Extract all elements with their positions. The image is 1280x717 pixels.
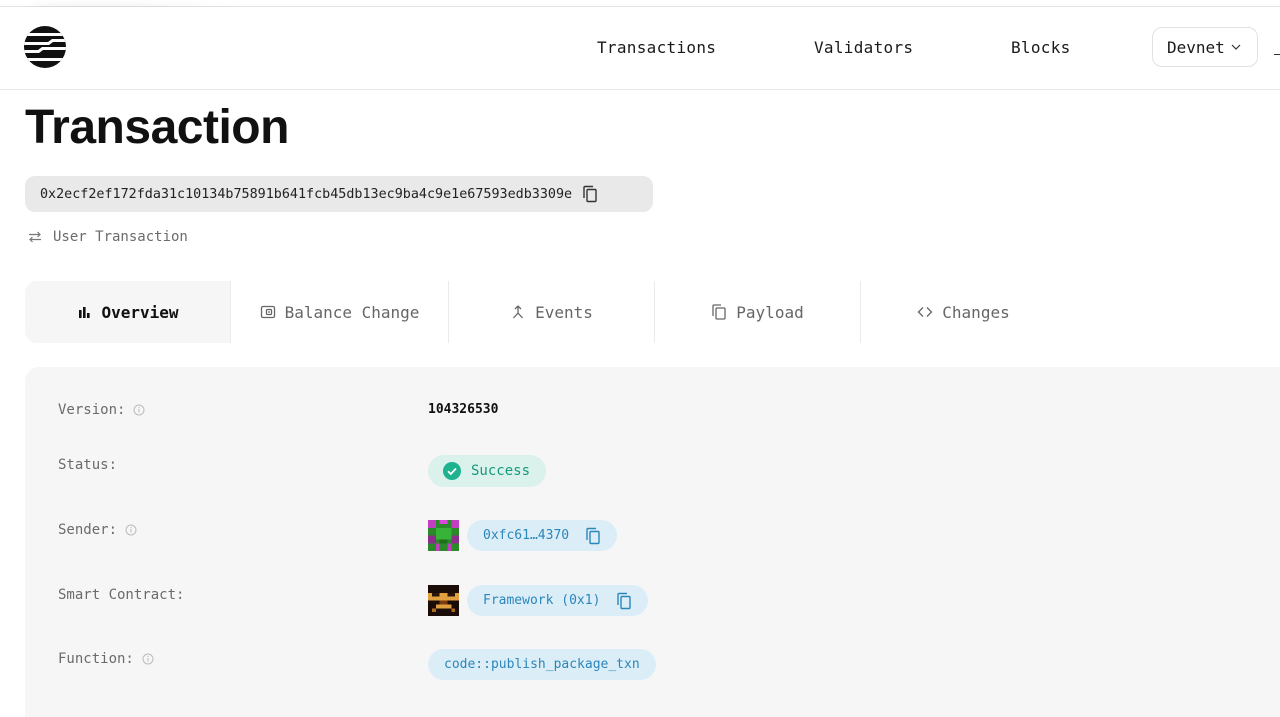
tab-payload[interactable]: Payload xyxy=(655,281,861,343)
nav-validators[interactable]: Validators xyxy=(814,38,913,57)
contract-chip[interactable]: Framework (0x1) xyxy=(467,585,649,616)
tab-balance-change[interactable]: Balance Change xyxy=(231,281,449,343)
info-icon[interactable] xyxy=(142,653,154,665)
code-brackets-icon xyxy=(917,307,933,317)
status-value: Success xyxy=(471,463,531,479)
chevron-down-icon xyxy=(1231,44,1241,50)
tab-changes-label: Changes xyxy=(942,302,1010,322)
tab-payload-label: Payload xyxy=(736,302,804,322)
wallet-icon xyxy=(260,305,275,319)
page-title: Transaction xyxy=(25,101,289,154)
swap-arrows-icon xyxy=(29,231,41,243)
aptos-logo-icon[interactable] xyxy=(24,26,66,68)
transaction-type: User Transaction xyxy=(27,229,188,245)
function-name: code::publish_package_txn xyxy=(444,657,640,672)
site-header: Transactions Validators Blocks Devnet xyxy=(0,7,1280,90)
overview-panel: Version: 104326530 Status: Success Sende… xyxy=(25,367,1280,717)
sender-row-label: Sender: xyxy=(58,522,137,538)
tab-overview-label: Overview xyxy=(101,302,179,322)
copy-document-icon xyxy=(712,304,726,320)
contract-label: Smart Contract: xyxy=(58,587,185,603)
function-row-label: Function: xyxy=(58,651,154,667)
merge-arrow-icon xyxy=(513,305,524,319)
tab-events[interactable]: Events xyxy=(449,281,655,343)
copy-icon[interactable] xyxy=(585,527,601,545)
version-value: 104326530 xyxy=(428,402,499,417)
contract-row-label: Smart Contract: xyxy=(58,587,184,603)
check-circle-icon xyxy=(443,462,461,480)
version-row-label: Version: xyxy=(58,402,145,418)
info-icon[interactable] xyxy=(133,404,145,416)
sender-label: Sender: xyxy=(58,522,118,538)
tab-changes[interactable]: Changes xyxy=(861,281,1066,343)
nav-transactions[interactable]: Transactions xyxy=(597,38,716,57)
function-label: Function: xyxy=(58,651,134,667)
nav-blocks[interactable]: Blocks xyxy=(1011,38,1071,57)
copy-icon[interactable] xyxy=(616,592,632,610)
overflow-menu-icon[interactable] xyxy=(1274,54,1280,55)
bar-chart-icon xyxy=(79,307,91,318)
transaction-hash-value: 0x2ecf2ef172fda31c10134b75891b641fcb45db… xyxy=(40,186,573,202)
info-icon[interactable] xyxy=(125,524,137,536)
copy-icon[interactable] xyxy=(582,185,598,203)
network-select-label: Devnet xyxy=(1167,37,1225,57)
contract-name: Framework (0x1) xyxy=(483,593,601,608)
tab-balance-change-label: Balance Change xyxy=(284,302,420,322)
tab-overview[interactable]: Overview xyxy=(25,281,231,343)
version-label: Version: xyxy=(58,402,126,418)
sender-address-chip[interactable]: 0xfc61…4370 xyxy=(467,520,618,551)
contract-avatar xyxy=(428,585,459,616)
tab-events-label: Events xyxy=(535,302,593,322)
status-label: Status: xyxy=(58,457,118,473)
transaction-tabs: Overview Balance Change Events Payload C… xyxy=(25,281,1066,343)
sender-avatar xyxy=(428,520,459,551)
transaction-hash: 0x2ecf2ef172fda31c10134b75891b641fcb45db… xyxy=(25,176,653,212)
network-select[interactable]: Devnet xyxy=(1152,27,1258,67)
function-chip[interactable]: code::publish_package_txn xyxy=(428,649,656,680)
status-row-label: Status: xyxy=(58,457,117,473)
sender-address: 0xfc61…4370 xyxy=(483,528,570,543)
transaction-type-label: User Transaction xyxy=(53,229,188,245)
status-badge: Success xyxy=(428,455,546,487)
